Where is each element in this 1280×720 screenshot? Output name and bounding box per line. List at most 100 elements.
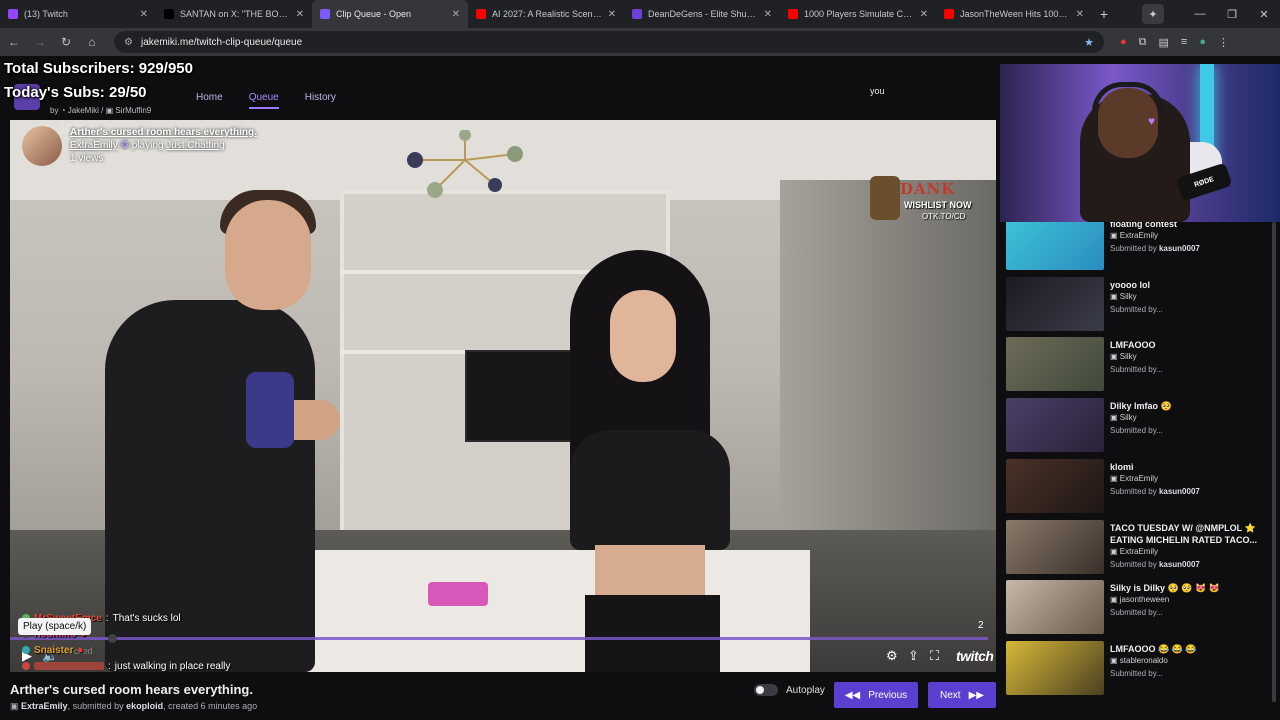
twitch-icon: ▣ xyxy=(1110,546,1120,556)
queue-item-submitted: Submitted by... xyxy=(1110,426,1163,436)
browser-tab[interactable]: 1000 Players Simulate Civilizat ✕ xyxy=(780,0,936,28)
nav-history[interactable]: History xyxy=(305,92,336,109)
downloads-icon[interactable]: ≡ xyxy=(1181,36,1187,49)
queue-item-submitted: Submitted by xyxy=(1110,244,1157,253)
queue-thumbnail[interactable] xyxy=(1006,519,1104,574)
verified-icon: ✪ xyxy=(120,140,129,151)
settings-gear-icon[interactable]: ⚙ xyxy=(886,648,898,664)
share-icon[interactable]: ⇪ xyxy=(908,648,919,664)
browser-tab[interactable]: JasonTheWeen Hits 100,000 Tw ✕ xyxy=(936,0,1092,28)
queue-item[interactable]: floating contest ▣ ExtraEmily Submitted by… xyxy=(1006,216,1270,272)
extension-red-icon[interactable]: ● xyxy=(1120,36,1127,49)
author-link-1[interactable]: JakeMiki xyxy=(68,106,99,115)
queue-item[interactable]: TACO TUESDAY W/ @NMPLOL ⭐ EATING MICHELI… xyxy=(1006,519,1270,576)
tab-title: 1000 Players Simulate Civilizat xyxy=(804,9,914,19)
site-info-icon[interactable]: ⚙ xyxy=(124,37,133,48)
close-tab-icon[interactable]: ✕ xyxy=(140,9,148,20)
queue-thumbnail[interactable] xyxy=(1006,580,1104,635)
queue-item-title: TACO TUESDAY W/ @NMPLOL ⭐ EATING MICHELI… xyxy=(1110,522,1257,545)
close-tab-icon[interactable]: ✕ xyxy=(452,9,460,20)
queue-item[interactable]: LMFAOOO 😂 😂 😂 ▣ stableronaldo Submitted by… xyxy=(1006,640,1270,697)
twitch-logo[interactable]: twitch xyxy=(956,648,994,664)
nav-queue[interactable]: Queue xyxy=(248,92,279,109)
queue-item[interactable]: LMFAOOO ▣ Silky Submitted by... xyxy=(1006,337,1270,393)
clip-playing-word: playing xyxy=(131,140,164,151)
tab-title: JasonTheWeen Hits 100,000 Tw xyxy=(960,9,1070,19)
queue-thumbnail[interactable] xyxy=(1006,458,1104,513)
autoplay-toggle[interactable]: Autoplay xyxy=(754,684,825,696)
byline-by: by xyxy=(50,106,59,115)
tab-favicon-icon xyxy=(8,9,18,19)
clip-title-link[interactable]: Arther's cursed room hears everything. xyxy=(70,126,257,139)
page: Total Subscribers: 929/950 Today's Subs:… xyxy=(0,56,1280,720)
queue-thumbnail[interactable] xyxy=(1006,337,1104,392)
queue-item-channel: ExtraEmily xyxy=(1119,473,1159,483)
avatar[interactable] xyxy=(22,126,62,166)
author-link-2[interactable]: SirMuffin9 xyxy=(115,106,151,115)
nav-home[interactable]: Home xyxy=(196,92,223,109)
queue-item[interactable]: yoooo lol ▣ Silky Submitted by... xyxy=(1006,276,1270,333)
queue-item-channel-row: ▣ ExtraEmily xyxy=(1110,231,1158,240)
bookmark-star-icon[interactable]: ★ xyxy=(1084,36,1094,49)
close-tab-icon[interactable]: ✕ xyxy=(920,9,928,20)
browser-tab[interactable]: (13) Twitch ✕ xyxy=(0,0,156,28)
queue-thumbnail[interactable] xyxy=(1006,276,1104,331)
close-window-icon[interactable]: ✕ xyxy=(1248,8,1280,21)
queue-item[interactable]: Dilky lmfao 🥺 ▣ Silky Submitted by... xyxy=(1006,398,1270,454)
profile-icon[interactable]: ● xyxy=(1199,36,1206,49)
clip-game-link[interactable]: Just Chatting xyxy=(166,140,224,151)
forward-icon[interactable]: → xyxy=(28,35,52,49)
kebab-menu-icon[interactable]: ⋮ xyxy=(1218,36,1229,49)
chat-badge-icon xyxy=(22,646,30,654)
maximize-icon[interactable]: ❐ xyxy=(1216,8,1248,21)
video-player[interactable]: 97 / 10000 Arther's cursed room hears ev… xyxy=(10,120,996,672)
github-icon: ◔ xyxy=(60,106,66,115)
minimize-icon[interactable]: — xyxy=(1184,8,1216,20)
clip-queue-list: floating contest ▣ ExtraEmily Submitted by… xyxy=(1006,216,1270,695)
queue-item[interactable]: klomi ▣ ExtraEmily Submitted by kasun0007 xyxy=(1006,458,1270,515)
queue-item-submitted-row: Submitted by... xyxy=(1110,305,1163,314)
fullscreen-icon[interactable]: ⛶ xyxy=(930,648,939,664)
new-tab-button[interactable]: + xyxy=(1092,6,1116,22)
browser-extension-icon[interactable]: ✦ xyxy=(1142,4,1164,24)
queue-item-title: Silky is Dilky 🥺 🥺 😻 😻 xyxy=(1110,583,1220,594)
home-icon[interactable]: ⌂ xyxy=(80,35,104,49)
next-button[interactable]: Next ▶▶ xyxy=(928,682,996,708)
queue-item-channel: Silky xyxy=(1119,291,1137,301)
window-controls: ✦ — ❐ ✕ xyxy=(1142,0,1280,28)
queue-item[interactable]: Silky is Dilky 🥺 🥺 😻 😻 ▣ jasontheween Subm… xyxy=(1006,580,1270,636)
close-tab-icon[interactable]: ✕ xyxy=(608,9,616,20)
queue-item-submitter: kasun0007 xyxy=(1158,244,1200,253)
video-person-left-head xyxy=(225,200,311,310)
queue-item-channel-row: ▣ Silky xyxy=(1110,292,1137,301)
promo-text: WISHLIST NOW xyxy=(904,200,972,210)
sidebar-icon[interactable]: ▤ xyxy=(1159,36,1169,49)
browser-tab[interactable]: DeanDeGens - Elite Shuffle.com ✕ xyxy=(624,0,780,28)
previous-button[interactable]: ◀◀ Previous xyxy=(834,682,918,708)
clip-channel-link[interactable]: ExtraEmily xyxy=(70,140,118,151)
queue-item-submitted: Submitted by... xyxy=(1110,668,1163,678)
browser-tab[interactable]: AI 2027: A Realistic Scenario of ✕ xyxy=(468,0,624,28)
promo-banner: DANK WISHLIST NOW OTK.TO/CD xyxy=(866,172,986,224)
autoplay-switch[interactable] xyxy=(754,684,778,696)
back-icon[interactable]: ← xyxy=(2,35,26,49)
queue-item-channel-row: ▣ Silky xyxy=(1110,352,1137,361)
address-bar[interactable]: ⚙ jakemiki.me/twitch-clip-queue/queue ★ xyxy=(114,31,1104,53)
puzzle-icon[interactable]: ⧉ xyxy=(1139,36,1147,49)
queue-item-channel-row: ▣ ExtraEmily xyxy=(1110,547,1158,556)
queue-thumbnail[interactable] xyxy=(1006,640,1104,695)
browser-tab[interactable]: Clip Queue - Open ✕ xyxy=(312,0,468,28)
tab-list: (13) Twitch✕SANTAN on X: "THE BOY WHO✕Cl… xyxy=(0,0,1092,28)
queue-scrollbar[interactable] xyxy=(1272,222,1276,702)
queue-item-title: LMFAOOO xyxy=(1110,340,1156,351)
close-tab-icon[interactable]: ✕ xyxy=(1076,9,1084,20)
close-tab-icon[interactable]: ✕ xyxy=(764,9,772,20)
queue-thumbnail[interactable] xyxy=(1006,398,1104,453)
close-tab-icon[interactable]: ✕ xyxy=(296,9,304,20)
queue-item-submitted-row: Submitted by kasun0007 xyxy=(1110,244,1200,253)
browser-tab[interactable]: SANTAN on X: "THE BOY WHO ✕ xyxy=(156,0,312,28)
previous-label: Previous xyxy=(868,689,908,701)
queue-thumbnail[interactable] xyxy=(1006,216,1104,270)
reload-icon[interactable]: ↻ xyxy=(54,35,78,49)
info-channel[interactable]: ExtraEmily xyxy=(21,701,68,711)
